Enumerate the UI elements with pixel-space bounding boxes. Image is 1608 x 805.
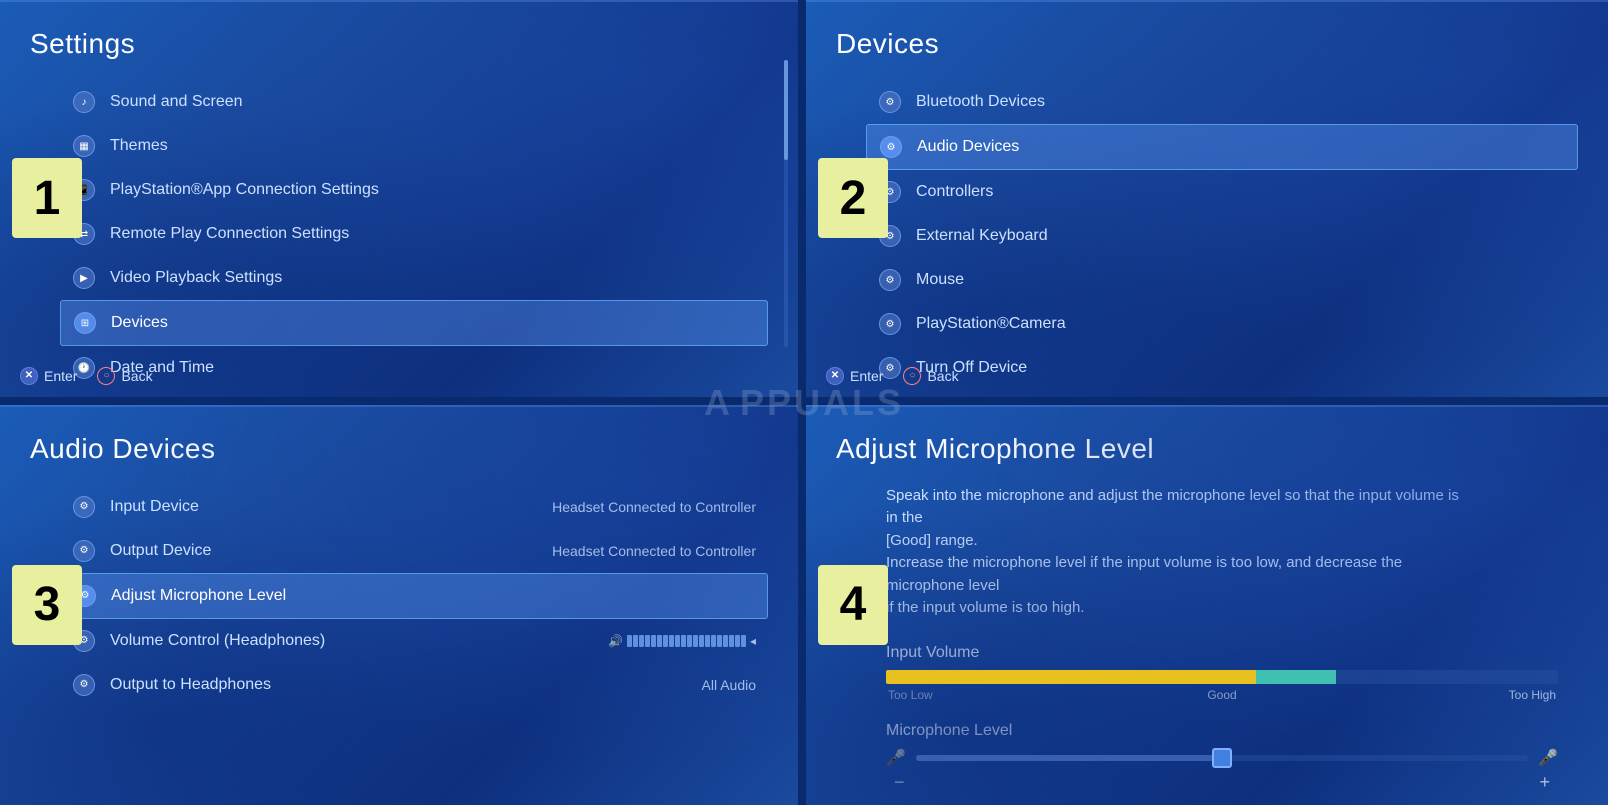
devices-item-keyboard[interactable]: ⚙ External Keyboard — [866, 214, 1578, 258]
settings-item-language[interactable]: A Language — [60, 390, 768, 401]
scrollbar-track[interactable] — [784, 60, 788, 347]
enter-button-2[interactable]: ✕ Enter — [826, 367, 883, 385]
mic-slider-fill — [916, 755, 1222, 761]
settings-item-devices[interactable]: ⊞ Devices — [60, 300, 768, 346]
camera-icon: ⚙ — [878, 312, 902, 336]
devices-title: Devices — [836, 28, 1578, 60]
mic-plus-icon: 🎤 — [1538, 748, 1558, 768]
number-label-3: 3 — [12, 565, 82, 645]
settings-title: Settings — [30, 28, 768, 60]
x-button-icon: ✕ — [20, 367, 38, 385]
settings-item-datetime[interactable]: 🕐 Date and Time — [60, 346, 768, 390]
devices-item-turnoff[interactable]: ⚙ Turn Off Device — [866, 346, 1578, 390]
mic-minus-icon: 🎤 — [886, 748, 906, 768]
audio-devices-panel: Audio Devices 3 ⚙ Input Device Headset C… — [0, 405, 802, 805]
output-device-icon: ⚙ — [72, 539, 96, 563]
number-label-2: 2 — [818, 158, 888, 238]
language-icon: A — [72, 400, 96, 401]
enter-button[interactable]: ✕ Enter — [20, 367, 77, 385]
o-button-icon: ○ — [97, 367, 115, 385]
bluetooth-icon: ⚙ — [878, 90, 902, 114]
audio-devices-title: Audio Devices — [30, 433, 768, 465]
mic-level-title: Adjust Microphone Level — [836, 433, 1578, 465]
number-label-1: 1 — [12, 158, 82, 238]
settings-item-themes[interactable]: ▦ Themes — [60, 124, 768, 168]
settings-item-video[interactable]: ▶ Video Playback Settings — [60, 256, 768, 300]
settings-item-remote[interactable]: ⇄ Remote Play Connection Settings — [60, 212, 768, 256]
themes-icon: ▦ — [72, 134, 96, 158]
number-label-4: 4 — [818, 565, 888, 645]
devices-icon: ⊞ — [73, 311, 97, 335]
mic-level-panel: Adjust Microphone Level 4 Speak into the… — [806, 405, 1608, 805]
devices-item-mouse[interactable]: ⚙ Mouse — [866, 258, 1578, 302]
devices-menu: ⚙ Bluetooth Devices ⚙ Audio Devices ⚙ Co… — [836, 80, 1578, 390]
back-button[interactable]: ○ Back — [97, 367, 152, 385]
devices-item-controllers[interactable]: ⚙ Controllers — [866, 170, 1578, 214]
settings-footer: ✕ Enter ○ Back — [20, 367, 153, 385]
video-icon: ▶ — [72, 266, 96, 290]
audio-item-mic[interactable]: ⚙ Adjust Microphone Level — [60, 573, 768, 619]
devices-item-bluetooth[interactable]: ⚙ Bluetooth Devices — [866, 80, 1578, 124]
mic-level-section: Microphone Level 🎤 🎤 − + — [886, 722, 1558, 793]
mic-minus-label: − — [894, 772, 905, 793]
mic-plus-label: + — [1539, 772, 1550, 793]
headphones-icon: ⚙ — [72, 673, 96, 697]
o-button-icon-2: ○ — [903, 367, 921, 385]
devices-footer: ✕ Enter ○ Back — [826, 367, 959, 385]
input-volume-bar — [886, 670, 1558, 684]
audio-item-input[interactable]: ⚙ Input Device Headset Connected to Cont… — [60, 485, 768, 529]
input-volume-label: Input Volume — [886, 644, 1558, 662]
back-button-2[interactable]: ○ Back — [903, 367, 958, 385]
settings-item-sound[interactable]: ♪ Sound and Screen — [60, 80, 768, 124]
mouse-icon: ⚙ — [878, 268, 902, 292]
mic-slider-container: 🎤 🎤 — [886, 748, 1558, 768]
audio-icon: ⚙ — [879, 135, 903, 159]
volume-yellow-fill — [886, 670, 1256, 684]
settings-item-app[interactable]: 📱 PlayStation®App Connection Settings — [60, 168, 768, 212]
mic-level-label: Microphone Level — [886, 722, 1558, 740]
audio-item-output[interactable]: ⚙ Output Device Headset Connected to Con… — [60, 529, 768, 573]
volume-teal-fill — [1256, 670, 1337, 684]
input-volume-section: Input Volume Too Low Good Too High — [886, 644, 1558, 702]
volume-bar — [627, 635, 746, 647]
sound-icon: ♪ — [72, 90, 96, 114]
settings-panel: Settings 1 ♪ Sound and Screen ▦ Themes 📱… — [0, 0, 802, 401]
devices-item-audio[interactable]: ⚙ Audio Devices — [866, 124, 1578, 170]
x-button-icon-2: ✕ — [826, 367, 844, 385]
audio-item-headphones[interactable]: ⚙ Output to Headphones All Audio — [60, 663, 768, 707]
input-device-icon: ⚙ — [72, 495, 96, 519]
scrollbar-thumb[interactable] — [784, 60, 788, 160]
settings-menu: ♪ Sound and Screen ▦ Themes 📱 PlayStatio… — [30, 80, 768, 401]
mic-slider[interactable] — [916, 755, 1528, 761]
mic-slider-thumb[interactable] — [1212, 748, 1232, 768]
mic-description: Speak into the microphone and adjust the… — [886, 485, 1466, 620]
devices-item-camera[interactable]: ⚙ PlayStation®Camera — [866, 302, 1578, 346]
slider-range-labels: Too Low Good Too High — [886, 688, 1558, 702]
audio-devices-menu: ⚙ Input Device Headset Connected to Cont… — [30, 485, 768, 707]
devices-panel: Devices 2 ⚙ Bluetooth Devices ⚙ Audio De… — [806, 0, 1608, 401]
audio-item-volume[interactable]: ⚙ Volume Control (Headphones) 🔊 ◂ — [60, 619, 768, 663]
